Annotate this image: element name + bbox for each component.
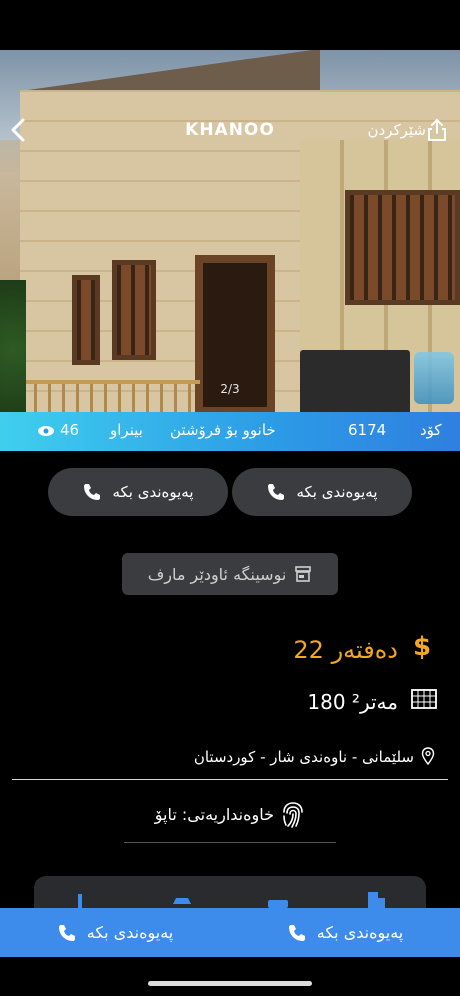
price: 22 دەفتەر [293,636,398,664]
contact-button[interactable]: پەیوەندی بکە [48,468,228,516]
watermark-logo [414,352,454,404]
home-indicator[interactable] [148,981,312,986]
views-label: بینراو [110,421,143,439]
fingerprint-icon [283,802,303,828]
agency-name: نوسینگە ئاودێر مارف [147,564,287,584]
photo-window [345,190,460,305]
phone-icon [58,924,75,941]
top-bar: KHANOO شێرکردن [0,112,460,152]
bath-icon [78,894,82,908]
dollar-icon: $ [413,632,432,662]
building-icon [368,892,385,910]
agency-button[interactable]: نوسینگە ئاودێر مارف [122,553,338,595]
property-photo[interactable] [0,50,460,412]
share-icon[interactable] [426,118,448,142]
contact-button-label: پەیوەندی بکە [112,483,194,501]
divider [124,842,336,843]
bottom-contact-button-left[interactable]: پەیوەندی بکە [0,908,230,957]
pin-icon [421,747,435,765]
bottom-contact-label: پەیوەندی بکە [86,923,174,942]
shop-icon [295,566,312,582]
car-icon [173,898,191,904]
views-count: 46 [60,421,80,439]
area-value: 180 مەتر² [307,690,398,714]
eye-icon [38,426,54,436]
photo-window [72,275,100,365]
bed-icon [268,900,288,908]
phone-icon [84,484,101,500]
divider [12,779,448,780]
contact-button-label: پەیوەندی بکە [296,483,378,501]
photo-box [300,350,410,412]
bottom-contact-label: پەیوەندی بکە [316,923,404,942]
ownership: خاوەنداریەتی: تاپۆ [154,805,274,824]
photo-counter: 2/3 [220,382,240,396]
listing-title: خانوو بۆ فرۆشتن [170,421,276,439]
bottom-contact-button-right[interactable]: پەیوەندی بکە [230,908,460,957]
location: سلێمانی - ناوەندی شار - کوردستان [193,748,414,766]
phone-icon [288,924,305,941]
share-label[interactable]: شێرکردن [368,121,426,139]
contact-button[interactable]: پەیوەندی بکە [232,468,412,516]
phone-icon [268,484,285,500]
code-value: 6174 [348,421,387,439]
bottom-contact-bar: پەیوەندی بکە پەیوەندی بکە [0,908,460,957]
area-icon [411,689,437,709]
photo-window [112,260,156,360]
code-label: کۆد [420,421,442,439]
info-strip: 46 بینراو خانوو بۆ فرۆشتن 6174 کۆد [0,412,460,451]
